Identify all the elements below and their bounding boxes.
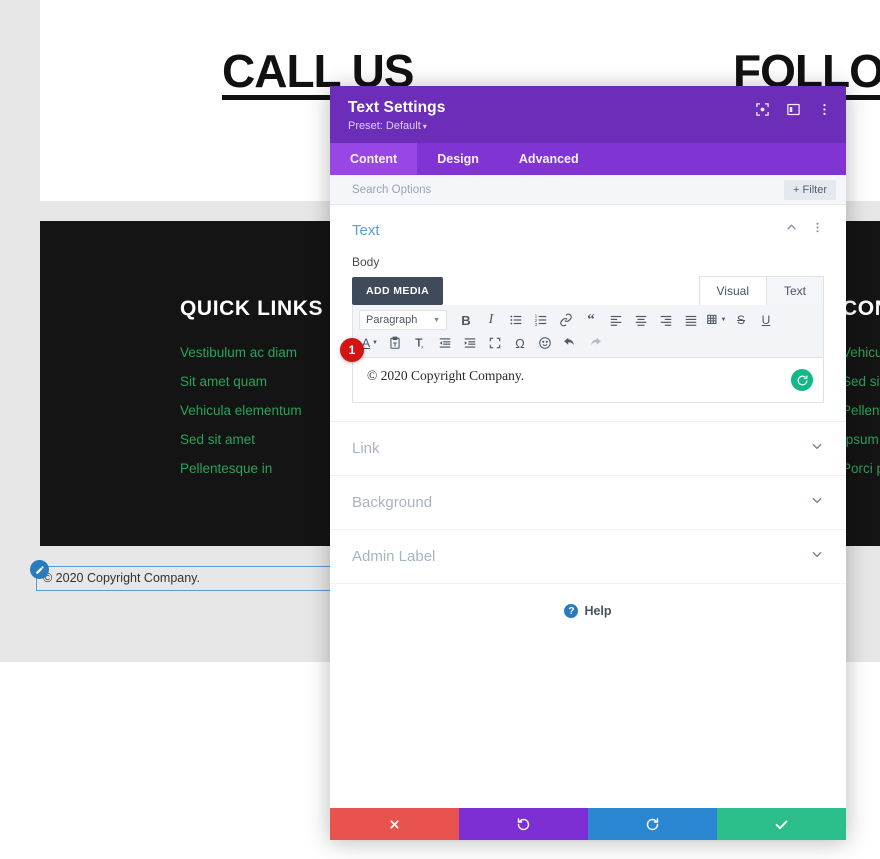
plus-icon: + [793, 183, 800, 196]
quick-links-list: Vestibulum ac diam Sit amet quam Vehicul… [180, 338, 302, 483]
svg-text:3: 3 [535, 322, 538, 327]
preset-label: Preset: Default [348, 120, 421, 132]
editor-mode-tabs: Visual Text [698, 276, 824, 305]
italic-icon[interactable]: I [480, 310, 502, 330]
redo-icon[interactable] [584, 333, 606, 353]
section-text: Text Body ADD MEDIA Visual Text Paragrap… [330, 205, 846, 403]
modal-body: Text Body ADD MEDIA Visual Text Paragrap… [330, 205, 846, 808]
section-title: Link [352, 440, 380, 457]
toolbar-row-2: A ▼ x Ω [359, 333, 817, 353]
bullet-list-icon[interactable] [505, 310, 527, 330]
help-label: Help [584, 604, 612, 618]
toolbar-row-1: Paragraph ▼ B I 123 “ ▼ S U [359, 310, 817, 330]
editor-toolbar: Paragraph ▼ B I 123 “ ▼ S U A ▼ x Ω [352, 305, 824, 358]
format-select[interactable]: Paragraph ▼ [359, 310, 447, 330]
search-input[interactable]: Search Options [352, 184, 431, 196]
list-item[interactable]: Vehicula elementum [180, 396, 302, 425]
bold-icon[interactable]: B [455, 310, 477, 330]
revert-icon[interactable] [791, 369, 813, 391]
contact-links-list: Vehicula Sed sit a Pellente Ipsum id Por… [842, 338, 880, 483]
align-right-icon[interactable] [655, 310, 677, 330]
blockquote-icon[interactable]: “ [580, 310, 602, 330]
tab-text[interactable]: Text [766, 276, 824, 305]
preset-selector[interactable]: Preset: Default ▾ [348, 120, 828, 132]
section-text-header[interactable]: Text [352, 221, 824, 239]
search-row: Search Options + Filter [330, 175, 846, 205]
chevron-down-icon [810, 439, 824, 458]
align-justify-icon[interactable] [680, 310, 702, 330]
section-title: Text [352, 221, 380, 239]
section-link[interactable]: Link [330, 421, 846, 475]
clear-formatting-icon[interactable]: x [409, 333, 431, 353]
list-item[interactable]: Sit amet quam [180, 367, 302, 396]
section-title: Background [352, 494, 433, 511]
tab-content[interactable]: Content [330, 143, 418, 175]
more-options-icon[interactable] [811, 221, 824, 239]
list-item[interactable]: Vehicula [842, 338, 880, 367]
more-options-icon[interactable] [817, 102, 832, 117]
layout-toggle-icon[interactable] [786, 102, 801, 117]
chevron-up-icon[interactable] [785, 221, 798, 239]
list-item[interactable]: Sed sit a [842, 367, 880, 396]
save-button[interactable] [717, 808, 846, 840]
numbered-list-icon[interactable]: 123 [530, 310, 552, 330]
chevron-down-icon [810, 547, 824, 566]
question-icon: ? [564, 604, 579, 618]
outdent-icon[interactable] [434, 333, 456, 353]
list-item[interactable]: Ipsum id [842, 425, 880, 454]
undo-button[interactable] [459, 808, 588, 840]
align-left-icon[interactable] [605, 310, 627, 330]
filter-label: Filter [802, 183, 827, 196]
modal-tabs: Content Design Advanced [330, 143, 846, 175]
list-item[interactable]: Pellentesque in [180, 454, 302, 483]
editor-top-row: ADD MEDIA Visual Text [352, 276, 824, 305]
pencil-icon[interactable] [30, 560, 49, 579]
fullscreen-editor-icon[interactable] [484, 333, 506, 353]
fullscreen-icon[interactable] [755, 102, 770, 117]
filter-button[interactable]: + Filter [784, 179, 836, 200]
paste-as-text-icon[interactable] [384, 333, 406, 353]
chevron-down-icon: ▾ [422, 122, 427, 131]
modal-footer [330, 808, 846, 840]
add-media-button[interactable]: ADD MEDIA [352, 277, 444, 305]
chevron-down-icon [810, 493, 824, 512]
svg-text:x: x [421, 344, 424, 349]
list-item[interactable]: Vestibulum ac diam [180, 338, 302, 367]
help-link[interactable]: ? Help [330, 583, 846, 638]
editor-content-area[interactable]: © 2020 Copyright Company. [352, 358, 824, 403]
indent-icon[interactable] [459, 333, 481, 353]
tab-advanced[interactable]: Advanced [499, 143, 599, 175]
cancel-button[interactable] [330, 808, 459, 840]
copyright-text: © 2020 Copyright Company. [43, 571, 200, 585]
table-icon[interactable]: ▼ [705, 310, 727, 330]
strikethrough-icon[interactable]: S [730, 310, 752, 330]
align-center-icon[interactable] [630, 310, 652, 330]
annotation-badge-1: 1 [340, 338, 364, 362]
footer-column-title-contact: CONTACT [842, 297, 880, 320]
modal-header: Text Settings Preset: Default ▾ [330, 86, 846, 143]
body-field-label: Body [352, 255, 380, 269]
section-text-tools [785, 221, 824, 239]
modal-header-icons [755, 102, 832, 117]
section-title: Admin Label [352, 548, 436, 565]
special-character-icon[interactable]: Ω [509, 333, 531, 353]
section-background[interactable]: Background [330, 475, 846, 529]
underline-icon[interactable]: U [755, 310, 777, 330]
redo-button[interactable] [588, 808, 717, 840]
section-admin-label[interactable]: Admin Label [330, 529, 846, 583]
emoji-icon[interactable] [534, 333, 556, 353]
tab-design[interactable]: Design [417, 143, 499, 175]
footer-column-title-quick-links: QUICK LINKS [180, 297, 324, 320]
undo-icon[interactable] [559, 333, 581, 353]
tab-visual[interactable]: Visual [698, 276, 767, 305]
text-settings-modal: Text Settings Preset: Default ▾ Content … [330, 86, 846, 840]
list-item[interactable]: Pellente [842, 396, 880, 425]
list-item[interactable]: Porci po [842, 454, 880, 483]
editor-content: © 2020 Copyright Company. [367, 368, 525, 383]
link-icon[interactable] [555, 310, 577, 330]
chevron-down-icon: ▼ [433, 316, 440, 324]
list-item[interactable]: Sed sit amet [180, 425, 302, 454]
format-select-value: Paragraph [366, 314, 418, 326]
